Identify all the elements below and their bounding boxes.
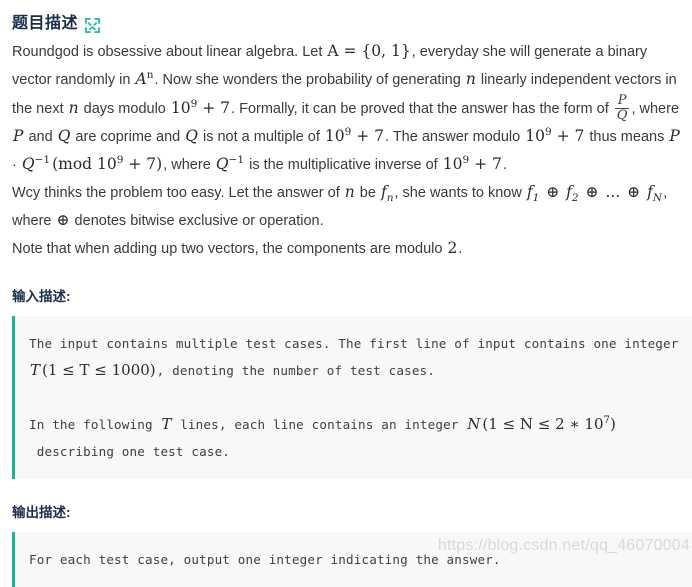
- p1-math-Q-2: Q: [185, 126, 198, 145]
- input-block-blank-line: [29, 384, 682, 411]
- input-math-T-2: T: [161, 414, 172, 433]
- input-description-block: The input contains multiple test cases. …: [12, 315, 692, 479]
- p1-math-mod-3: 109 + 7: [525, 125, 585, 145]
- input-description-heading: 输入描述:: [12, 288, 71, 304]
- p1-math-Q-1: Q: [57, 126, 71, 145]
- p2-ellipsis: ...: [605, 182, 621, 201]
- input-line-3: describing one test case.: [29, 443, 231, 459]
- p1-text-16: .: [502, 156, 507, 173]
- p1-math-P-1: P: [13, 126, 24, 145]
- p2-math-fN: fN: [647, 182, 663, 204]
- p1-math-A-set: A = {0, 1}: [327, 42, 411, 60]
- p1-text-1: Roundgod is obsessive about linear algeb…: [12, 44, 327, 60]
- p1-text-7: , where: [631, 100, 680, 117]
- input-line-2-text-a: In the following: [29, 416, 161, 432]
- p3-math-2: 2: [447, 238, 458, 257]
- p1-math-mod-2: 109 + 7: [324, 125, 385, 145]
- p2-text-5: denotes bitwise exclusive or operation.: [70, 212, 324, 229]
- p2-xor-op-3: ⊕: [622, 182, 646, 201]
- p1-text-8: and: [24, 128, 57, 145]
- input-line-2-text-b: lines, each line contains an integer: [172, 416, 467, 432]
- p1-text-5: days modulo: [79, 100, 170, 117]
- input-line-2: In the following T lines, each line cont…: [29, 411, 682, 438]
- input-math-T-1: T: [30, 360, 41, 379]
- p2-math-f1: f1: [526, 182, 540, 204]
- page-title: 题目描述: [12, 15, 79, 32]
- p1-text-12: thus means: [585, 128, 669, 145]
- p1-text-3: . Now she wonders the probability of gen…: [154, 72, 465, 88]
- p1-math-A: An: [135, 68, 154, 88]
- p2-xor-op-2: ⊕: [580, 182, 604, 201]
- p1-text-6: . Formally, it can be proved that the an…: [231, 100, 613, 117]
- output-description-heading: 输出描述:: [12, 504, 71, 520]
- problem-statement-page: 题目描述 Roundgod is obsessive about linear …: [0, 0, 692, 587]
- p1-text-10: is not a multiple of: [198, 128, 324, 145]
- p1-text-14: , where: [163, 156, 215, 173]
- p1-text-15: is the multiplicative inverse of: [245, 156, 442, 173]
- p1-math-mod-1: 109 + 7: [170, 97, 231, 117]
- input-math-N: N: [467, 414, 481, 433]
- p2-xor-op-1: ⊕: [541, 182, 565, 201]
- p1-math-Q-inv-2: Q−1: [215, 153, 245, 173]
- input-math-T-range: (1 ≤ T ≤ 1000): [42, 360, 156, 379]
- input-line-1-text-a: The input contains multiple test cases. …: [29, 335, 687, 351]
- p2-text-3: , she wants to know: [394, 184, 526, 201]
- p2-text-1: Wcy thinks the problem too easy. Let the…: [12, 184, 344, 201]
- p2-math-f2: f2: [566, 182, 579, 204]
- p2-math-n: n: [344, 182, 355, 201]
- p2-xor-op-4: ⊕: [56, 210, 70, 229]
- expand-arrows-icon[interactable]: [85, 17, 101, 33]
- p1-text-9: are coprime and: [71, 128, 185, 145]
- input-math-N-range: (1 ≤ N ≤ 2 ∗ 107): [482, 414, 616, 433]
- output-description-block: For each test case, output one integer i…: [12, 531, 692, 587]
- p3-text-2: .: [458, 240, 463, 257]
- input-line-1: The input contains multiple test cases. …: [29, 330, 682, 384]
- page-title-row: 题目描述: [0, 0, 692, 38]
- input-line-1-text-b: , denoting the number of test cases.: [156, 362, 436, 378]
- description-paragraph-2: Wcy thinks the problem too easy. Let the…: [12, 179, 684, 235]
- p2-math-fn: fn: [380, 182, 394, 204]
- p1-math-mod-4: (mod 109 + 7): [52, 153, 163, 173]
- p1-math-n-1: n: [465, 70, 476, 88]
- description-paragraph-1: Roundgod is obsessive about linear algeb…: [12, 38, 684, 179]
- p1-fraction-p-over-q: PQ: [614, 93, 630, 123]
- p1-math-n-2: n: [68, 98, 79, 117]
- p1-math-P-2: P: [669, 126, 680, 145]
- p2-text-2: be: [355, 184, 380, 201]
- p3-text-1: Note that when adding up two vectors, th…: [12, 240, 447, 257]
- p1-math-Q-inv-1: Q−1: [21, 153, 51, 173]
- output-line-1: For each test case, output one integer i…: [29, 551, 501, 567]
- p1-text-11: . The answer modulo: [385, 128, 525, 145]
- description-paragraph-3: Note that when adding up two vectors, th…: [12, 235, 684, 263]
- p1-text-13: ·: [12, 156, 21, 173]
- problem-body: Roundgod is obsessive about linear algeb…: [0, 38, 692, 263]
- p1-math-mod-5: 109 + 7: [442, 153, 502, 173]
